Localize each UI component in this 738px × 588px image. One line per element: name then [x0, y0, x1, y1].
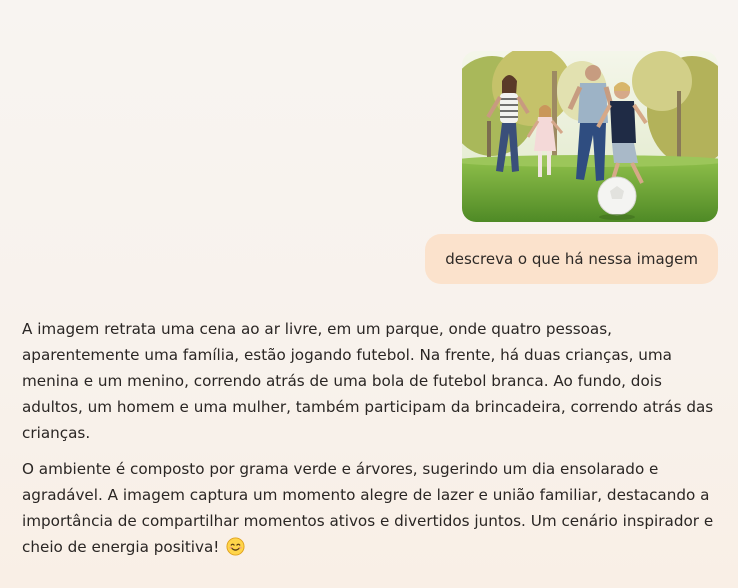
user-message-bubble: descreva o que há nessa imagem: [425, 234, 718, 284]
user-uploaded-image[interactable]: [462, 51, 718, 222]
assistant-paragraph-1: A imagem retrata uma cena ao ar livre, e…: [22, 320, 714, 442]
chat-transcript: descreva o que há nessa imagem A imagem …: [0, 0, 738, 588]
assistant-paragraph-2-text: O ambiente é composto por grama verde e …: [22, 460, 714, 556]
smiling-face-icon: [226, 537, 245, 556]
assistant-paragraph-2: O ambiente é composto por grama verde e …: [22, 456, 722, 560]
assistant-message: A imagem retrata uma cena ao ar livre, e…: [22, 316, 722, 570]
user-message-text: descreva o que há nessa imagem: [445, 250, 698, 268]
photo-family-playing-soccer-in-park: [462, 51, 718, 222]
